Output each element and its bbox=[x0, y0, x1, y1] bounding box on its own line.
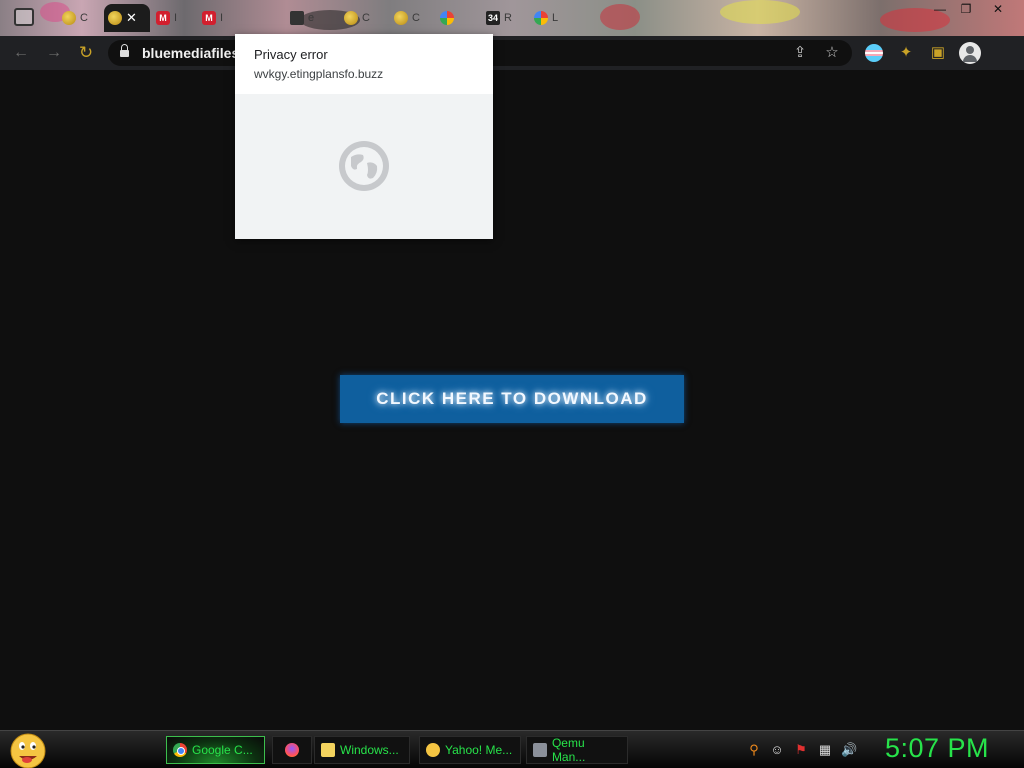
tab-label: I bbox=[220, 12, 224, 24]
taskbar-item-label: Qemu Man... bbox=[551, 736, 586, 764]
close-icon[interactable]: ✕ bbox=[126, 10, 137, 26]
search-tray-icon[interactable]: ⚲ bbox=[746, 742, 762, 758]
tab-label: C bbox=[412, 12, 420, 24]
badge-34-icon: 34 bbox=[486, 11, 500, 25]
volume-icon[interactable]: 🔊 bbox=[841, 742, 857, 758]
tab[interactable]: e bbox=[286, 4, 318, 32]
tab-label: C bbox=[80, 12, 88, 24]
globe-icon bbox=[339, 141, 389, 191]
taskbar: Google C... Windows... Yahoo! Me... Qemu… bbox=[0, 730, 1024, 768]
browser-toolbar: ← → ↻ bluemediafiles. ⇪ ☆ ✦ ▣ bbox=[0, 36, 1024, 70]
desktop-screen: C ✕ M I M I e C C 34 R L — ❐ ✕ ← → ↻ blu… bbox=[0, 0, 1024, 768]
chrome-icon bbox=[173, 743, 187, 757]
tab-label: L bbox=[552, 12, 559, 24]
yellow-face-icon bbox=[344, 11, 358, 25]
hover-card-title: Privacy error bbox=[254, 47, 328, 62]
tab-label: I bbox=[174, 12, 178, 24]
tab-label: e bbox=[308, 12, 315, 24]
page-content: CLICK HERE TO DOWNLOAD bbox=[0, 70, 1024, 730]
tab[interactable]: C bbox=[390, 4, 424, 32]
taskbar-item-label: Yahoo! Me... bbox=[445, 743, 513, 757]
qemu-icon bbox=[533, 743, 547, 757]
side-panel-icon[interactable]: ▣ bbox=[928, 43, 948, 63]
taskbar-item-label: Windows... bbox=[340, 743, 399, 757]
taskbar-clock[interactable]: 5:07 PM bbox=[885, 733, 989, 764]
start-button-smiley-icon[interactable] bbox=[6, 731, 50, 768]
extensions-puzzle-icon[interactable]: ✦ bbox=[896, 43, 916, 63]
firefox-icon bbox=[285, 743, 299, 757]
action-center-flag-icon[interactable]: ⚑ bbox=[793, 742, 809, 758]
yellow-face-icon bbox=[62, 11, 76, 25]
lock-icon bbox=[120, 44, 129, 58]
tab[interactable]: L bbox=[530, 4, 562, 32]
url-text: bluemediafiles. bbox=[142, 45, 244, 61]
profile-avatar-icon[interactable] bbox=[959, 42, 981, 64]
forward-button[interactable]: → bbox=[44, 43, 64, 63]
pin-icon bbox=[290, 11, 304, 25]
tab-search-icon[interactable] bbox=[14, 8, 34, 26]
tab[interactable]: C bbox=[58, 4, 92, 32]
tab[interactable]: C bbox=[340, 4, 374, 32]
tab[interactable]: M I bbox=[198, 4, 227, 32]
download-button[interactable]: CLICK HERE TO DOWNLOAD bbox=[340, 375, 684, 423]
taskbar-item-firefox[interactable] bbox=[272, 736, 312, 764]
tab[interactable]: 34 R bbox=[482, 4, 516, 32]
yellow-face-icon bbox=[108, 11, 122, 25]
tab-label: R bbox=[504, 12, 512, 24]
google-icon bbox=[440, 11, 454, 25]
network-icon[interactable]: ▦ bbox=[817, 742, 833, 758]
share-icon[interactable]: ⇪ bbox=[790, 43, 810, 63]
tab-active[interactable]: ✕ bbox=[104, 4, 150, 32]
extension-flag-icon[interactable] bbox=[865, 44, 883, 62]
google-icon bbox=[534, 11, 548, 25]
yellow-face-icon bbox=[394, 11, 408, 25]
bookmark-star-icon[interactable]: ☆ bbox=[822, 43, 842, 63]
minimize-button[interactable]: — bbox=[926, 2, 954, 16]
hover-card-url: wvkgy.etingplansfo.buzz bbox=[254, 67, 384, 81]
hover-card-preview bbox=[235, 94, 493, 239]
yahoo-messenger-icon bbox=[426, 743, 440, 757]
window-close-button[interactable]: ✕ bbox=[984, 2, 1012, 16]
taskbar-item-qemu-manager[interactable]: Qemu Man... bbox=[526, 736, 628, 764]
restore-button[interactable]: ❐ bbox=[952, 2, 980, 16]
taskbar-item-label: Google C... bbox=[192, 743, 253, 757]
messenger-tray-icon[interactable]: ☺ bbox=[769, 742, 785, 758]
gmail-icon: M bbox=[156, 11, 170, 25]
tab[interactable]: M I bbox=[152, 4, 181, 32]
gmail-icon: M bbox=[202, 11, 216, 25]
back-button[interactable]: ← bbox=[11, 43, 31, 63]
taskbar-item-chrome[interactable]: Google C... bbox=[166, 736, 265, 764]
taskbar-item-yahoo-messenger[interactable]: Yahoo! Me... bbox=[419, 736, 521, 764]
taskbar-item-windows-explorer[interactable]: Windows... bbox=[314, 736, 410, 764]
tab-strip: C ✕ M I M I e C C 34 R L — ❐ ✕ bbox=[0, 0, 1024, 36]
folder-icon bbox=[321, 743, 335, 757]
tab-hover-card: Privacy error wvkgy.etingplansfo.buzz bbox=[235, 34, 493, 239]
tab-label: C bbox=[362, 12, 370, 24]
tab[interactable] bbox=[436, 4, 458, 32]
reload-button[interactable]: ↻ bbox=[76, 43, 96, 63]
